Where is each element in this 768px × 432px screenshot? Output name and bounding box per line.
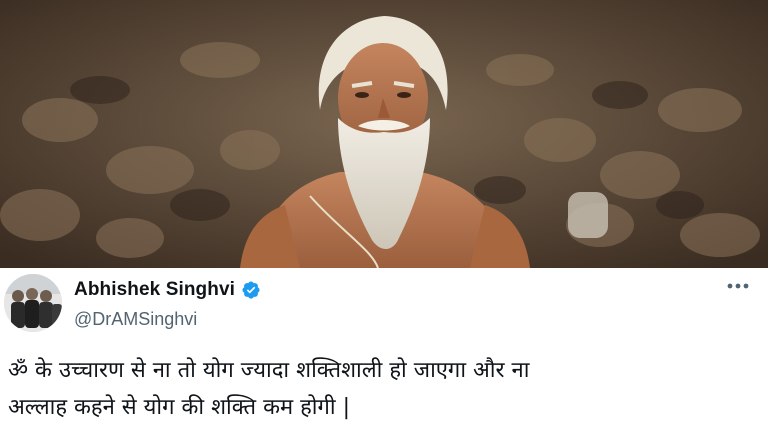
tweet-text-line-1: ॐ के उच्चारण से ना तो योग ज्यादा शक्तिशा… [8, 358, 530, 383]
display-name[interactable]: Abhishek Singhvi [74, 279, 235, 301]
tweet-text: ॐ के उच्चारण से ना तो योग ज्यादा शक्तिशा… [8, 352, 760, 426]
avatar[interactable] [4, 274, 62, 332]
tweet-photo[interactable] [0, 0, 768, 268]
name-row: Abhishek Singhvi [74, 278, 261, 302]
more-options-button[interactable] [726, 276, 750, 296]
profile-picture-icon [4, 274, 62, 332]
screen: Abhishek Singhvi @DrAMSinghvi ॐ के उच्चा… [0, 0, 768, 432]
tweet-text-line-2: अल्लाह कहने से योग की शक्ति कम होगी | [8, 395, 350, 420]
verified-badge-icon [242, 281, 260, 299]
tweet-card: Abhishek Singhvi @DrAMSinghvi ॐ के उच्चा… [0, 268, 768, 432]
user-handle[interactable]: @DrAMSinghvi [74, 309, 261, 330]
more-options-icon [727, 283, 749, 289]
user-info: Abhishek Singhvi @DrAMSinghvi [74, 278, 261, 330]
portrait-photo [0, 0, 768, 268]
